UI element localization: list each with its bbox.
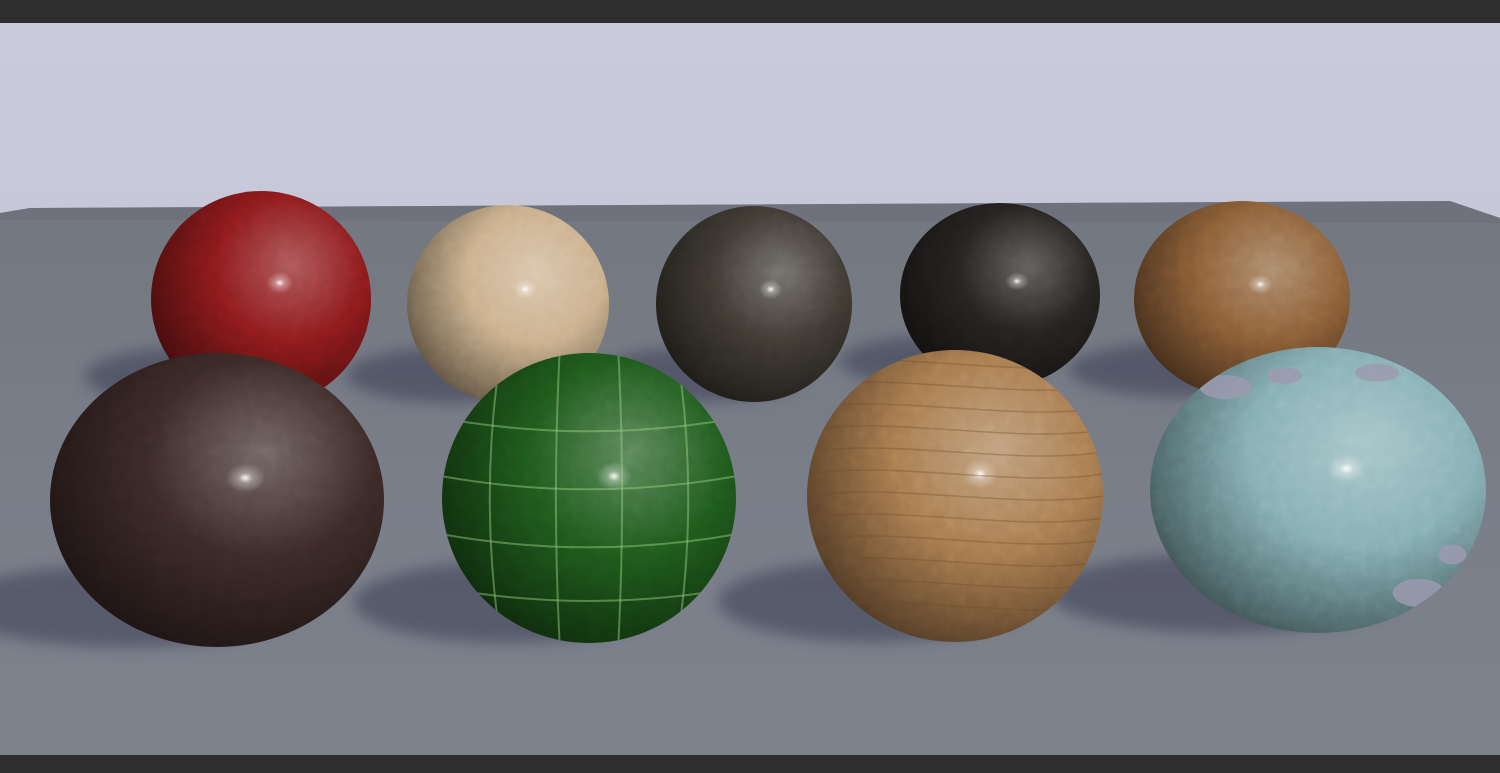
- render-viewport: [0, 23, 1500, 755]
- green-glazed-tile-sphere-highlight: [596, 461, 632, 491]
- tree-bark-sphere: [656, 206, 852, 402]
- top-letterbox-bar: [0, 0, 1500, 23]
- light-plywood-sphere-highlight: [513, 279, 538, 300]
- bottom-letterbox-bar: [0, 755, 1500, 773]
- green-glazed-tile-sphere-texture: [442, 353, 736, 643]
- red-lacquered-wood-sphere-highlight: [266, 272, 293, 294]
- tree-bark-sphere-texture: [656, 206, 852, 402]
- cracked-leather-sphere-highlight: [225, 463, 266, 493]
- green-glazed-tile-sphere: [442, 353, 736, 643]
- tree-bark-sphere-highlight: [758, 279, 783, 300]
- dark-charcoal-sphere-highlight: [1005, 272, 1029, 291]
- cracked-leather-sphere: [50, 353, 384, 647]
- wood-parquet-sphere-highlight: [1247, 274, 1274, 295]
- material-spheres-scene: [0, 23, 1500, 755]
- cracked-leather-sphere-texture: [50, 353, 384, 647]
- chipped-teal-paint-sphere-highlight: [1326, 454, 1367, 483]
